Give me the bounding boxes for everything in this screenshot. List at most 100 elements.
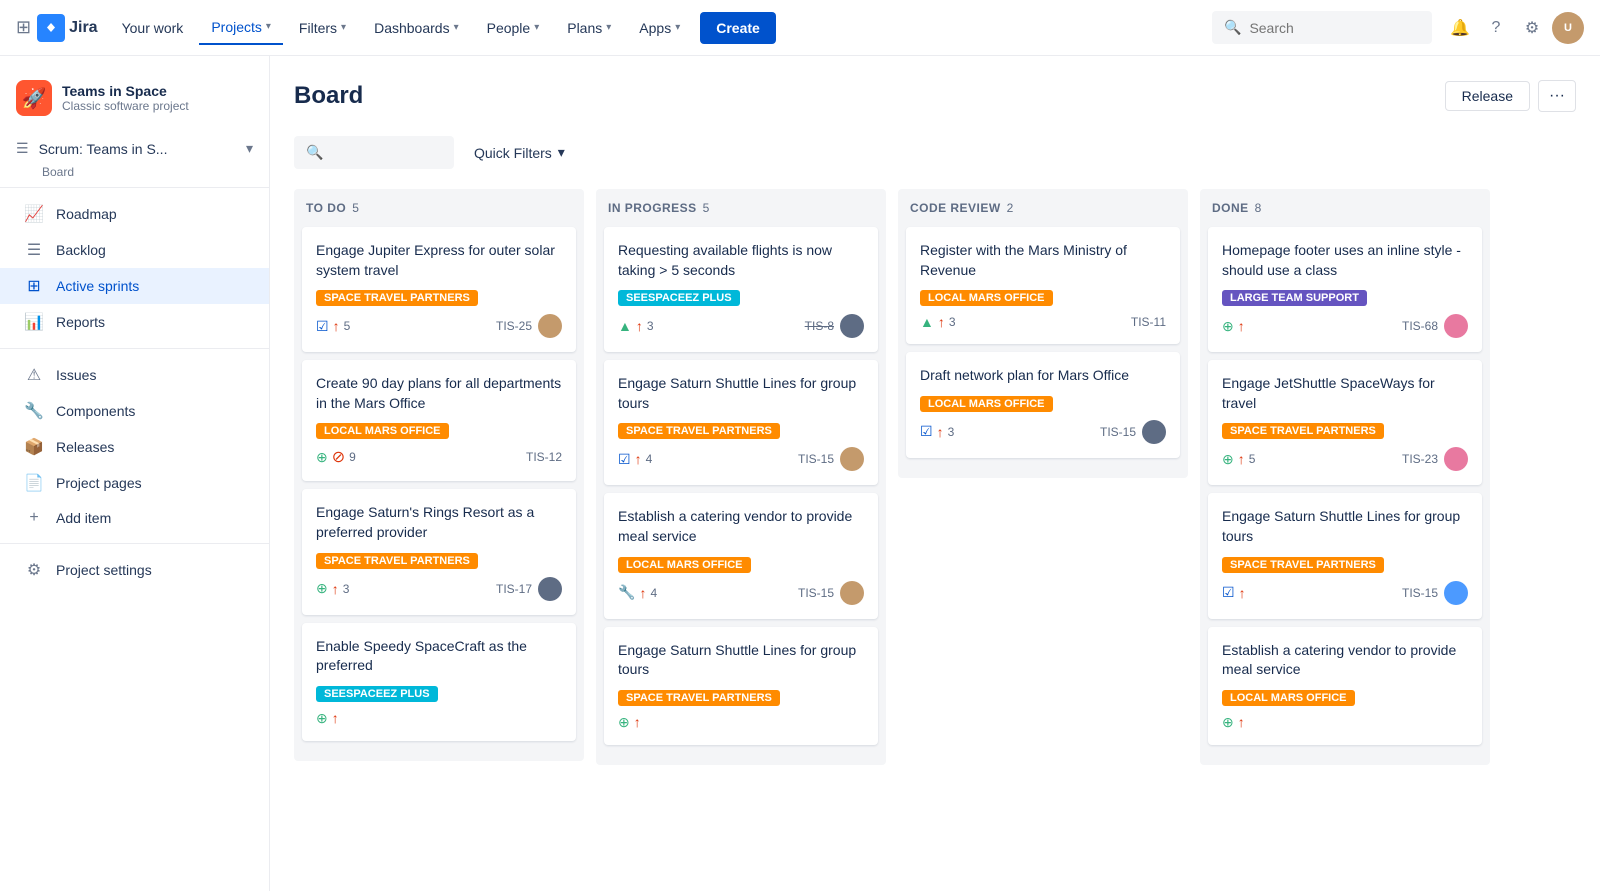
card-id: TIS-12 xyxy=(526,450,562,464)
priority-icon: ↑ xyxy=(332,581,339,597)
card-footer: ⊕ ↑ 3 TIS-17 xyxy=(316,577,562,601)
card-footer: ▲ ↑ 3 TIS-11 xyxy=(920,314,1166,330)
card-avatar xyxy=(1444,581,1468,605)
card-count: 3 xyxy=(343,582,350,596)
card-inprogress-4[interactable]: Engage Saturn Shuttle Lines for group to… xyxy=(604,627,878,745)
releases-icon: 📦 xyxy=(24,437,44,457)
board-filters: 🔍 Quick Filters ▾ xyxy=(294,136,1576,169)
grid-icon[interactable]: ⊞ xyxy=(16,17,31,38)
card-done-4[interactable]: Establish a catering vendor to provide m… xyxy=(1208,627,1482,745)
story-icon: ☑ xyxy=(1222,584,1235,601)
board-selector-label: Scrum: Teams in S... xyxy=(39,141,168,157)
card-tag: SEESPACEEZ PLUS xyxy=(316,686,438,702)
search-input[interactable] xyxy=(1249,20,1420,36)
priority-icon: ↑ xyxy=(635,451,642,467)
sidebar-item-label-active-sprints: Active sprints xyxy=(56,278,139,294)
card-footer: ⊕ ⊘ 9 TIS-12 xyxy=(316,447,562,467)
board-header: Board Release ··· xyxy=(294,80,1576,112)
notifications-button[interactable]: 🔔 xyxy=(1444,12,1476,44)
quick-filters-label: Quick Filters xyxy=(474,145,552,161)
filters-chevron: ▾ xyxy=(341,22,346,33)
board-columns: TO DO 5 Engage Jupiter Express for outer… xyxy=(294,189,1576,765)
sidebar-item-issues[interactable]: ⚠ Issues xyxy=(0,357,269,393)
quick-filters-button[interactable]: Quick Filters ▾ xyxy=(462,138,577,167)
card-id: TIS-8 xyxy=(805,319,834,333)
issues-icon: ⚠ xyxy=(24,365,44,385)
help-button[interactable]: ? xyxy=(1480,12,1512,44)
sidebar-item-roadmap[interactable]: 📈 Roadmap xyxy=(0,196,269,232)
card-avatar xyxy=(538,314,562,338)
quick-filters-chevron: ▾ xyxy=(558,144,565,161)
sidebar-item-label-releases: Releases xyxy=(56,439,114,455)
main-content: Board Release ··· 🔍 Quick Filters ▾ TO D… xyxy=(270,56,1600,891)
card-footer: ⊕ ↑ 5 TIS-23 xyxy=(1222,447,1468,471)
priority-icon: ↑ xyxy=(1238,714,1245,730)
app-logo-area: ⊞ Jira xyxy=(16,14,98,42)
card-inprogress-2[interactable]: Engage Saturn Shuttle Lines for group to… xyxy=(604,360,878,485)
card-count: 4 xyxy=(650,586,657,600)
story-icon: ⊕ xyxy=(316,710,328,727)
nav-people[interactable]: People ▾ xyxy=(475,12,552,44)
board-search-box[interactable]: 🔍 xyxy=(294,136,454,169)
story-icon: ⊕ xyxy=(618,714,630,731)
sidebar-item-project-pages[interactable]: 📄 Project pages xyxy=(0,465,269,501)
reports-icon: 📊 xyxy=(24,312,44,332)
sidebar-item-project-settings[interactable]: ⚙ Project settings xyxy=(0,552,269,588)
search-box[interactable]: 🔍 xyxy=(1212,11,1432,44)
sidebar-item-components[interactable]: 🔧 Components xyxy=(0,393,269,429)
sidebar-item-label-reports: Reports xyxy=(56,314,105,330)
nav-projects[interactable]: Projects ▾ xyxy=(199,11,283,45)
sidebar-item-reports[interactable]: 📊 Reports xyxy=(0,304,269,340)
create-button[interactable]: Create xyxy=(700,12,776,44)
priority-icon: ↑ xyxy=(937,424,944,440)
sidebar-divider-2 xyxy=(0,348,269,349)
nav-filters[interactable]: Filters ▾ xyxy=(287,12,358,44)
column-codereview-title: CODE REVIEW xyxy=(910,201,1001,215)
sidebar-item-add-item[interactable]: + Add item xyxy=(0,501,269,535)
nav-your-work[interactable]: Your work xyxy=(110,12,196,44)
project-settings-icon: ⚙ xyxy=(24,560,44,580)
card-done-1[interactable]: Homepage footer uses an inline style - s… xyxy=(1208,227,1482,352)
sidebar-item-active-sprints[interactable]: ⊞ Active sprints xyxy=(0,268,269,304)
card-footer: ▲ ↑ 3 TIS-8 xyxy=(618,314,864,338)
release-button[interactable]: Release xyxy=(1445,81,1530,111)
card-footer: ⊕ ↑ xyxy=(316,710,562,727)
column-inprogress-count: 5 xyxy=(703,201,710,215)
user-avatar[interactable]: U xyxy=(1552,12,1584,44)
card-tag: SPACE TRAVEL PARTNERS xyxy=(618,690,780,706)
card-done-2[interactable]: Engage JetShuttle SpaceWays for travel S… xyxy=(1208,360,1482,485)
card-codereview-2[interactable]: Draft network plan for Mars Office LOCAL… xyxy=(906,352,1180,458)
card-title: Engage Jupiter Express for outer solar s… xyxy=(316,241,562,280)
sidebar-item-releases[interactable]: 📦 Releases xyxy=(0,429,269,465)
column-done: DONE 8 Homepage footer uses an inline st… xyxy=(1200,189,1490,765)
card-done-3[interactable]: Engage Saturn Shuttle Lines for group to… xyxy=(1208,493,1482,618)
card-inprogress-1[interactable]: Requesting available flights is now taki… xyxy=(604,227,878,352)
card-id: TIS-15 xyxy=(798,452,834,466)
more-options-button[interactable]: ··· xyxy=(1538,80,1576,112)
card-todo-1[interactable]: Engage Jupiter Express for outer solar s… xyxy=(302,227,576,352)
card-tag: LOCAL MARS OFFICE xyxy=(920,396,1053,412)
card-avatar xyxy=(1142,420,1166,444)
card-codereview-1[interactable]: Register with the Mars Ministry of Reven… xyxy=(906,227,1180,344)
card-inprogress-3[interactable]: Establish a catering vendor to provide m… xyxy=(604,493,878,618)
story-icon: ▲ xyxy=(618,318,632,334)
sidebar-item-backlog[interactable]: ☰ Backlog xyxy=(0,232,269,268)
card-todo-2[interactable]: Create 90 day plans for all departments … xyxy=(302,360,576,481)
sidebar-board-selector[interactable]: ☰ Scrum: Teams in S... ▾ xyxy=(0,132,269,165)
nav-dashboards[interactable]: Dashboards ▾ xyxy=(362,12,471,44)
sidebar-project[interactable]: 🚀 Teams in Space Classic software projec… xyxy=(0,72,269,124)
settings-button[interactable]: ⚙ xyxy=(1516,12,1548,44)
sidebar: 🚀 Teams in Space Classic software projec… xyxy=(0,56,270,891)
card-todo-4[interactable]: Enable Speedy SpaceCraft as the preferre… xyxy=(302,623,576,741)
card-todo-3[interactable]: Engage Saturn's Rings Resort as a prefer… xyxy=(302,489,576,614)
column-inprogress-header: IN PROGRESS 5 xyxy=(604,201,878,215)
board-sublabel: Board xyxy=(26,165,269,179)
card-footer: 🔧 ↑ 4 TIS-15 xyxy=(618,581,864,605)
priority-icon: ↑ xyxy=(636,318,643,334)
jira-logo[interactable]: Jira xyxy=(37,14,97,42)
column-todo-count: 5 xyxy=(352,201,359,215)
nav-apps[interactable]: Apps ▾ xyxy=(627,12,692,44)
board-search-input[interactable] xyxy=(329,145,442,161)
card-footer: ☑ ↑ TIS-15 xyxy=(1222,581,1468,605)
nav-plans[interactable]: Plans ▾ xyxy=(555,12,623,44)
